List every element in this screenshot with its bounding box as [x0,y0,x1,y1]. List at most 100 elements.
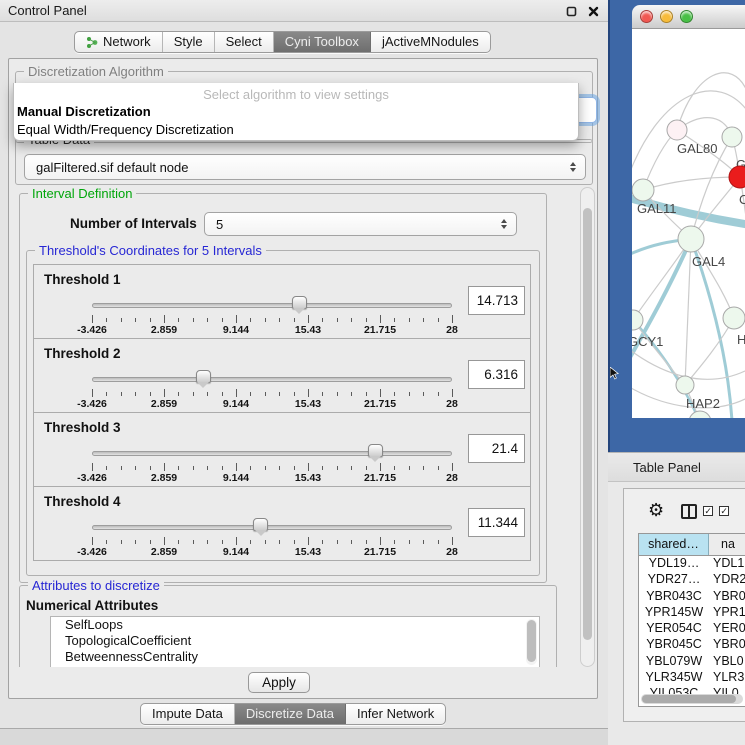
slider-thumb[interactable] [253,518,268,531]
network-node-h[interactable] [723,307,745,329]
table-row[interactable]: YBR045CYBR0 [639,637,745,653]
threshold-coordinates-group: Threshold's Coordinates for 5 Intervals … [26,250,540,576]
network-edge[interactable] [685,239,691,385]
apply-button[interactable]: Apply [248,672,310,693]
split-columns-icon[interactable] [681,504,697,519]
tab-select[interactable]: Select [215,32,274,52]
table-cell[interactable]: YBL079W [639,654,709,670]
attribute-list-item[interactable]: SelfLoops [51,617,539,633]
column-header-shared-[interactable]: shared… [639,534,709,555]
network-node-ga[interactable] [722,127,742,147]
threshold-value-field[interactable]: 14.713 [468,286,525,315]
close-icon[interactable] [586,4,600,18]
numerical-attributes-list[interactable]: SelfLoopsTopologicalCoefficientBetweenne… [50,616,540,667]
network-edge[interactable] [677,73,745,130]
column-header-na[interactable]: na [709,534,745,555]
threshold-value-field[interactable]: 11.344 [468,508,525,537]
table-cell[interactable]: YDL1 [709,556,745,572]
tab-impute-data[interactable]: Impute Data [141,704,235,724]
network-node-gcy1[interactable] [632,310,643,330]
tab-jactivemnodules[interactable]: jActiveMNodules [371,32,490,52]
dropdown-option-equal-width-frequency-discretization[interactable]: Equal Width/Frequency Discretization [14,121,578,139]
minimize-traffic-light[interactable] [660,10,673,23]
tick-label: -3.426 [77,398,107,410]
threshold-panel: Threshold 2-3.4262.8599.14415.4321.71528… [33,338,531,413]
slider-thumb[interactable] [196,370,211,383]
close-traffic-light[interactable] [640,10,653,23]
table-cell[interactable]: YDR2 [709,572,745,588]
table-cell[interactable]: YLR3 [709,670,745,686]
table-row[interactable]: YLR345WYLR3 [639,670,745,686]
table-row[interactable]: YBR043CYBR0 [639,589,745,605]
table-cell[interactable]: YER054C [639,621,709,637]
tick-label: 21.715 [364,472,396,484]
panel-scrollbar[interactable] [580,187,595,667]
network-node-gal4[interactable] [678,226,704,252]
table-cell[interactable]: YPR1 [709,605,745,621]
table-row[interactable]: YPR145WYPR1 [639,605,745,621]
table-cell[interactable]: YLR345W [639,670,709,686]
node-label: H [737,332,745,347]
network-edge[interactable] [633,239,691,320]
node-label: GAL4 [692,254,725,269]
table-cell[interactable]: YBR043C [639,589,709,605]
table-row[interactable]: YER054CYER0 [639,621,745,637]
table-cell[interactable]: YDR27… [639,572,709,588]
threshold-value-field[interactable]: 6.316 [468,360,525,389]
table-row[interactable]: YBL079WYBL0 [639,654,745,670]
mouse-cursor [610,367,620,380]
tab-label: jActiveMNodules [382,32,479,52]
threshold-slider[interactable] [92,303,452,308]
settings-gear-icon[interactable]: ⚙ [648,498,664,524]
tab-label: Select [226,32,262,52]
node-attribute-table: shared…na YDL19…YDL1YDR27…YDR2YBR043CYBR… [638,533,745,707]
network-canvas[interactable]: GAL80GACGAL11GAL4GCY1HHAP2 [632,29,745,418]
network-node-hap2[interactable] [676,376,694,394]
attribute-list-item[interactable]: BetweennessCentrality [51,649,539,665]
tab-label: Discretize Data [246,704,334,724]
tab-network[interactable]: Network [75,32,163,52]
table-cell[interactable]: YBR0 [709,589,745,605]
threshold-value-field[interactable]: 21.4 [468,434,525,463]
table-cell[interactable]: YBR0 [709,637,745,653]
network-window-titlebar[interactable] [632,5,745,29]
threshold-slider[interactable] [92,377,452,382]
table-cell[interactable]: YBL0 [709,654,745,670]
scrollbar-thumb[interactable] [527,620,536,662]
threshold-slider[interactable] [92,525,452,530]
stepper-icon [570,162,576,172]
slider-thumb[interactable] [368,444,383,457]
tick-label: 2.859 [151,324,177,336]
table-cell[interactable]: YDL19… [639,556,709,572]
list-scrollbar[interactable] [526,619,537,665]
network-node-gal11[interactable] [632,179,654,201]
number-of-intervals-select[interactable]: 5 [204,212,517,236]
attribute-list-item[interactable]: TopologicalCoefficient [51,633,539,649]
network-node-gal80[interactable] [667,120,687,140]
number-of-intervals-label: Number of Intervals [70,216,197,231]
dropdown-option-manual-discretization[interactable]: Manual Discretization [14,103,578,121]
tab-discretize-data[interactable]: Discretize Data [235,704,346,724]
table-horizontal-scrollbar[interactable] [641,694,743,704]
threshold-slider[interactable] [92,451,452,456]
select-all-checkbox-icon[interactable]: ✓ [703,506,713,516]
tick-label: 9.144 [223,398,249,410]
tab-cyni-toolbox[interactable]: Cyni Toolbox [274,32,371,52]
network-edge[interactable] [643,177,740,190]
table-row[interactable]: YDR27…YDR2 [639,572,745,588]
zoom-traffic-light[interactable] [680,10,693,23]
table-cell[interactable]: YER0 [709,621,745,637]
select-none-checkbox-icon[interactable]: ✓ [719,506,729,516]
network-canvas-area[interactable]: GAL80GACGAL11GAL4GCY1HHAP2 [632,29,745,418]
scrollbar-thumb[interactable] [583,208,592,640]
tab-style[interactable]: Style [163,32,215,52]
slider-thumb[interactable] [292,296,307,309]
table-data-select[interactable]: galFiltered.sif default node [24,154,586,180]
table-cell[interactable]: YBR045C [639,637,709,653]
table-row[interactable]: YDL19…YDL1 [639,556,745,572]
float-window-icon[interactable] [564,4,578,18]
scrollbar-thumb[interactable] [642,695,736,703]
tab-infer-network[interactable]: Infer Network [346,704,445,724]
network-node[interactable] [689,411,711,418]
table-cell[interactable]: YPR145W [639,605,709,621]
